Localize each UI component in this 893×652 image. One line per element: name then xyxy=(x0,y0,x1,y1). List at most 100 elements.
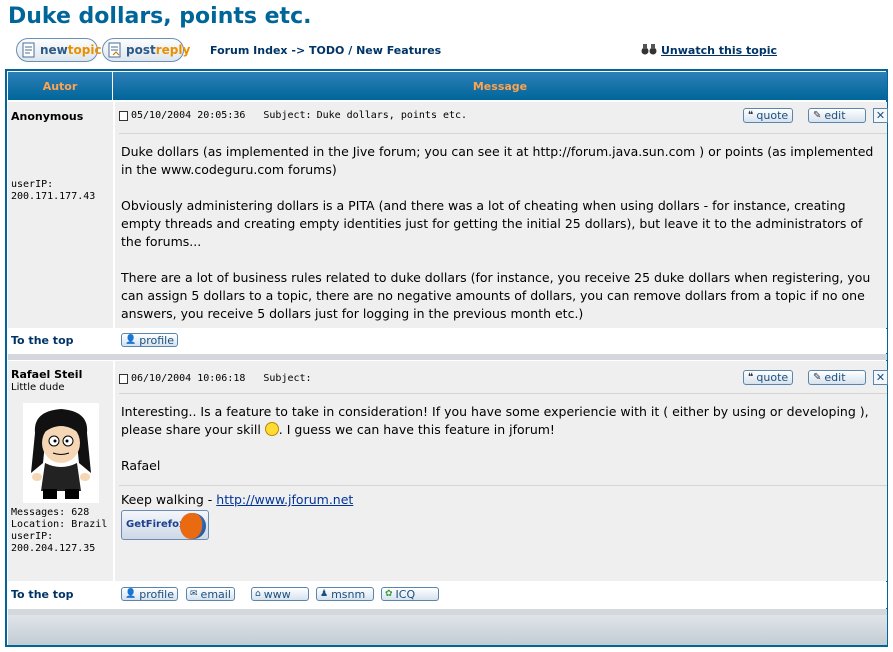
breadcrumb-forum-index[interactable]: Forum Index xyxy=(210,44,288,57)
icq-label: ICQ xyxy=(395,587,416,601)
breadcrumb-arrow: -> xyxy=(291,44,306,57)
binoculars-icon xyxy=(641,43,657,58)
user-ip-value: 200.204.127.35 xyxy=(11,543,96,554)
edit-icon: ✎ xyxy=(813,110,822,121)
post-author: Anonymous xyxy=(11,110,84,123)
user-ip-label: userIP: xyxy=(11,179,54,190)
email-icon: ✉ xyxy=(190,589,198,599)
www-button[interactable]: ⌂ www xyxy=(251,587,309,601)
post-reply-suffix: reply xyxy=(155,43,191,57)
divider xyxy=(119,133,887,134)
messages-count: 628 xyxy=(71,507,90,518)
get-firefox-badge[interactable]: GetFirefox xyxy=(121,510,209,540)
delete-button[interactable]: ✕ xyxy=(873,370,888,385)
message-column-header: Message xyxy=(113,72,887,100)
user-rank: Little dude xyxy=(11,382,65,393)
quote-label: quote xyxy=(756,371,789,384)
post-date: 05/10/2004 20:05:36 xyxy=(131,110,246,121)
new-topic-prefix: new xyxy=(40,43,68,57)
post-1-author-cell: Anonymous userIP: 200.171.177.43 xyxy=(8,102,113,328)
quote-label: quote xyxy=(756,109,789,122)
signature: Keep walking - http://www.jforum.net xyxy=(121,491,353,509)
delete-icon: ✕ xyxy=(875,109,886,122)
breadcrumb-forum[interactable]: New Features xyxy=(356,44,441,57)
location-value: Brazil xyxy=(71,519,108,530)
avatar xyxy=(23,403,99,503)
post-separator xyxy=(8,354,887,360)
unwatch-topic-link[interactable]: Unwatch this topic xyxy=(641,43,777,58)
icq-flower-icon: ✿ xyxy=(385,589,393,599)
post-line-part: please share your skill xyxy=(121,422,261,437)
post-1-footer-left: To the top xyxy=(8,329,113,353)
profile-label: profile xyxy=(139,587,174,601)
edit-label: edit xyxy=(824,109,846,122)
post-body: Duke dollars (as implemented in the Jive… xyxy=(121,143,885,323)
post-icon xyxy=(119,373,128,384)
www-label: www xyxy=(263,587,291,601)
post-line-part: . I guess we can have this feature in jf… xyxy=(278,422,555,437)
profile-icon: 👤 xyxy=(125,335,137,345)
location-label: Location: xyxy=(11,519,66,530)
profile-icon: 👤 xyxy=(125,589,137,599)
msnm-label: msnm xyxy=(331,587,366,601)
post-date: 06/10/2004 10:06:18 xyxy=(131,373,246,384)
post-author: Rafael Steil xyxy=(11,368,83,381)
email-button[interactable]: ✉ email xyxy=(186,587,235,601)
user-ip-label: userIP: xyxy=(11,531,54,542)
post-reply-button[interactable]: post reply xyxy=(102,38,190,62)
post-1-message-cell: 05/10/2004 20:05:36 Subject: Duke dollar… xyxy=(115,102,888,328)
to-the-top-link[interactable]: To the top xyxy=(11,588,74,601)
quote-icon: ❝ xyxy=(748,110,754,121)
profile-button[interactable]: 👤 profile xyxy=(121,587,178,601)
home-icon: ⌂ xyxy=(255,589,261,599)
breadcrumb-slash: / xyxy=(348,44,353,57)
post-1-footer-right: 👤 profile xyxy=(115,329,887,353)
divider xyxy=(119,393,887,394)
new-topic-button[interactable]: new topic xyxy=(16,38,102,62)
subject-label: Subject: xyxy=(263,110,312,121)
get-firefox-label: GetFirefox xyxy=(126,519,186,530)
edit-button[interactable]: ✎ edit xyxy=(808,108,866,123)
msn-icon: ♟ xyxy=(320,589,329,599)
edit-label: edit xyxy=(824,371,846,384)
post-paragraph: Duke dollars (as implemented in the Jive… xyxy=(121,144,874,177)
signature-divider xyxy=(119,485,887,486)
post-signoff: Rafael xyxy=(121,458,161,473)
delete-icon: ✕ xyxy=(875,371,886,384)
icq-button[interactable]: ✿ ICQ xyxy=(381,587,439,601)
edit-button[interactable]: ✎ edit xyxy=(808,370,866,385)
post-icon xyxy=(119,110,128,121)
topic-table: Autor Message Anonymous userIP: 200.171.… xyxy=(5,69,888,647)
page-title: Duke dollars, points etc. xyxy=(8,4,312,29)
post-header: 06/10/2004 10:06:18 Subject: xyxy=(119,373,317,384)
firefox-logo-icon xyxy=(180,513,202,539)
signature-link[interactable]: http://www.jforum.net xyxy=(216,492,353,507)
profile-label: profile xyxy=(139,333,174,347)
breadcrumb: Forum Index -> TODO / New Features xyxy=(210,44,441,57)
post-paragraph: There are a lot of business rules relate… xyxy=(121,270,871,321)
signature-text: Keep walking - xyxy=(121,492,213,507)
subject-label: Subject: xyxy=(263,373,312,384)
quote-button[interactable]: ❝ quote xyxy=(743,370,794,385)
post-paragraph: Obviously administering dollars is a PIT… xyxy=(121,198,863,249)
post-body: Interesting.. Is a feature to take in co… xyxy=(121,403,885,475)
unwatch-topic-label: Unwatch this topic xyxy=(661,44,778,57)
profile-button[interactable]: 👤 profile xyxy=(121,333,178,347)
post-line: Interesting.. Is a feature to take in co… xyxy=(121,404,869,419)
to-the-top-link[interactable]: To the top xyxy=(11,334,74,347)
edit-icon: ✎ xyxy=(813,372,822,383)
quote-icon: ❝ xyxy=(748,372,754,383)
table-footer xyxy=(8,615,887,645)
user-ip-value: 200.171.177.43 xyxy=(11,191,96,202)
msnm-button[interactable]: ♟ msnm xyxy=(316,587,374,601)
email-label: email xyxy=(200,587,231,601)
post-2-footer-left: To the top xyxy=(8,582,113,608)
new-topic-icon xyxy=(21,42,37,58)
post-subject: Duke dollars, points etc. xyxy=(316,110,468,121)
user-info: Messages: 628 Location: Brazil userIP: 2… xyxy=(11,507,107,555)
delete-button[interactable]: ✕ xyxy=(873,108,888,123)
breadcrumb-category[interactable]: TODO xyxy=(309,44,344,57)
quote-button[interactable]: ❝ quote xyxy=(743,108,794,123)
new-topic-suffix: topic xyxy=(67,43,102,57)
post-header: 05/10/2004 20:05:36 Subject: Duke dollar… xyxy=(119,110,467,121)
